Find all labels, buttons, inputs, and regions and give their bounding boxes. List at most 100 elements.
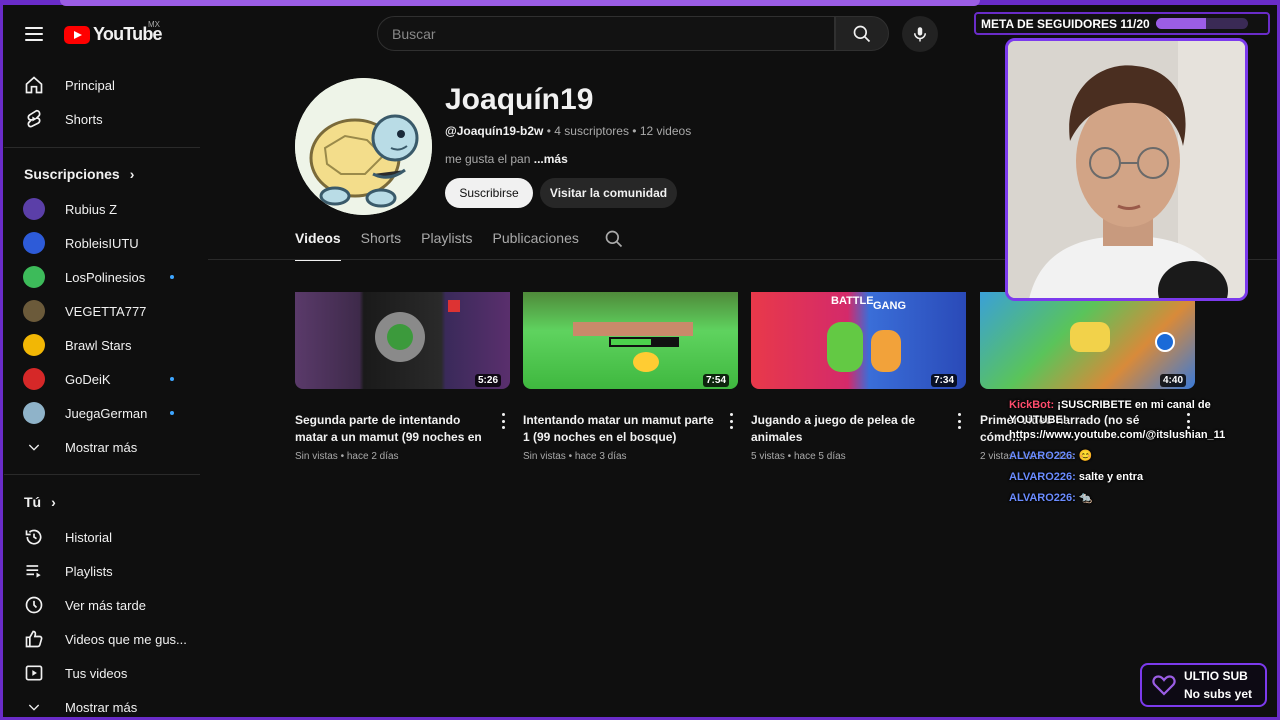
- sidebar-item-label: Videos que me gus...: [65, 631, 187, 647]
- thumbnail-text: BATTLE: [831, 295, 874, 307]
- channel-meta: @Joaquín19-b2w • 4 suscriptores • 12 vid…: [445, 124, 691, 138]
- avatar: [23, 300, 45, 322]
- channel-avatar: [295, 78, 432, 215]
- video-thumbnail[interactable]: 7:54: [523, 281, 738, 389]
- video-title[interactable]: Jugando a juego de pelea de animales: [751, 412, 946, 446]
- video-thumbnail[interactable]: 5:26: [295, 281, 510, 389]
- more-options-icon[interactable]: [728, 413, 734, 429]
- sidebar-item-principal[interactable]: Principal: [12, 68, 190, 102]
- show-more-subscriptions[interactable]: Mostrar más: [12, 430, 190, 464]
- video-duration: 7:54: [702, 374, 729, 387]
- menu-icon[interactable]: [20, 20, 48, 48]
- channel-tabs: Videos Shorts Playlists Publicaciones: [295, 222, 599, 261]
- video-card[interactable]: 5:26 Segunda parte de intentando matar a…: [295, 281, 510, 462]
- sidebar-item-ver-mas-tarde[interactable]: Ver más tarde: [12, 588, 190, 622]
- avatar: [23, 402, 45, 424]
- watch-later-icon: [22, 593, 46, 617]
- video-duration: 5:26: [474, 374, 501, 387]
- sidebar: Principal Shorts Suscripciones › Rubius …: [0, 68, 200, 720]
- sidebar-item-godeik[interactable]: GoDeiK: [12, 362, 190, 396]
- stream-chat-overlay: KickBot: ¡SUSCRIBETE en mi canal de YOUT…: [1009, 398, 1259, 512]
- sidebar-item-videos-que-me-gustan[interactable]: Videos que me gus...: [12, 622, 190, 656]
- home-icon: [22, 73, 46, 97]
- sidebar-item-playlists[interactable]: Playlists: [12, 554, 190, 588]
- like-icon: [22, 627, 46, 651]
- shorts-icon: [22, 107, 46, 131]
- new-content-dot: [170, 411, 174, 415]
- sidebar-item-label: Principal: [65, 77, 115, 93]
- sidebar-item-label: JuegaGerman: [65, 405, 148, 421]
- chat-text: salte y entra: [1075, 471, 1144, 483]
- video-card[interactable]: 7:54 Intentando matar un mamut parte 1 (…: [523, 281, 738, 462]
- sidebar-item-tus-videos[interactable]: Tus videos: [12, 656, 190, 690]
- sidebar-item-rubius-z[interactable]: Rubius Z: [12, 192, 190, 226]
- sidebar-item-shorts[interactable]: Shorts: [12, 102, 190, 136]
- chat-text: 🐀: [1075, 492, 1093, 504]
- you-heading[interactable]: Tú ›: [24, 494, 56, 510]
- video-duration: 4:40: [1159, 374, 1186, 387]
- search-button[interactable]: [835, 16, 889, 51]
- video-title[interactable]: Segunda parte de intentando matar a un m…: [295, 412, 490, 446]
- search-icon: [853, 25, 871, 42]
- show-more-you[interactable]: Mostrar más: [12, 690, 190, 720]
- video-card[interactable]: BATTLE GANG 7:34 Jugando a juego de pele…: [751, 281, 966, 462]
- last-sub-text: ULTIO SUB No subs yet: [1184, 667, 1252, 703]
- sidebar-item-label: GoDeiK: [65, 371, 111, 387]
- sidebar-item-brawl-stars[interactable]: Brawl Stars: [12, 328, 190, 362]
- sidebar-item-label: VEGETTA777: [65, 303, 147, 319]
- video-title[interactable]: Intentando matar un mamut parte 1 (99 no…: [523, 412, 718, 446]
- turtle-avatar-image: [295, 78, 432, 215]
- webcam-feed-image: [1008, 41, 1245, 298]
- more-options-icon[interactable]: [500, 413, 506, 429]
- subscribe-button[interactable]: Suscribirse: [445, 178, 533, 208]
- search-input[interactable]: [392, 25, 834, 42]
- sidebar-item-label: Ver más tarde: [65, 597, 146, 613]
- chat-message: ALVARO226: 🐀: [1009, 491, 1259, 506]
- sidebar-item-robleisiutu[interactable]: RobleisIUTU: [12, 226, 190, 260]
- sidebar-item-label: Shorts: [65, 111, 103, 127]
- sidebar-item-lospolinesios[interactable]: LosPolinesios: [12, 260, 190, 294]
- goal-text: META DE SEGUIDORES 11/20: [981, 16, 1150, 31]
- chat-message: ALVARO226: 😊: [1009, 449, 1259, 464]
- sidebar-item-label: Playlists: [65, 563, 113, 579]
- follower-goal-widget: META DE SEGUIDORES 11/20: [974, 12, 1270, 35]
- country-code: MX: [148, 20, 160, 29]
- visit-community-button[interactable]: Visitar la comunidad: [540, 178, 677, 208]
- goal-progress-fill: [1155, 18, 1207, 29]
- subscriptions-heading-label: Suscripciones: [24, 166, 120, 182]
- tab-playlists[interactable]: Playlists: [421, 222, 472, 259]
- sidebar-item-label: Historial: [65, 529, 112, 545]
- chat-message: ALVARO226: salte y entra: [1009, 470, 1259, 485]
- channel-description-text: me gusta el pan: [445, 152, 534, 166]
- voice-search-button[interactable]: [902, 16, 938, 52]
- video-thumbnail[interactable]: BATTLE GANG 7:34: [751, 281, 966, 389]
- tab-shorts[interactable]: Shorts: [361, 222, 401, 259]
- channel-description[interactable]: me gusta el pan ...más: [445, 152, 568, 166]
- sidebar-item-label: Tus videos: [65, 665, 128, 681]
- goal-progress-bar: [1155, 18, 1248, 29]
- channel-stats: • 4 suscriptores • 12 videos: [543, 124, 692, 138]
- subscriptions-heading[interactable]: Suscripciones ›: [24, 166, 134, 182]
- tab-videos[interactable]: Videos: [295, 222, 341, 261]
- sidebar-item-label: Rubius Z: [65, 201, 118, 217]
- sidebar-item-juegagerman[interactable]: JuegaGerman: [12, 396, 190, 430]
- last-sub-title: ULTIO SUB: [1184, 669, 1248, 683]
- search-box[interactable]: [377, 16, 835, 51]
- video-duration: 7:34: [930, 374, 957, 387]
- sidebar-item-label: Mostrar más: [65, 439, 138, 455]
- sidebar-item-historial[interactable]: Historial: [12, 520, 190, 554]
- chat-text: 😊: [1075, 450, 1093, 462]
- new-content-dot: [170, 377, 174, 381]
- new-content-dot: [170, 275, 174, 279]
- more-options-icon[interactable]: [956, 413, 962, 429]
- playlists-icon: [22, 559, 46, 583]
- more-link[interactable]: ...más: [534, 152, 568, 166]
- sidebar-item-vegetta777[interactable]: VEGETTA777: [12, 294, 190, 328]
- last-sub-value: No subs yet: [1184, 687, 1253, 701]
- channel-search-icon[interactable]: [604, 229, 624, 254]
- chat-message: KickBot: ¡SUSCRIBETE en mi canal de YOUT…: [1009, 398, 1259, 443]
- chevron-right-icon: ›: [51, 494, 56, 510]
- tab-publicaciones[interactable]: Publicaciones: [492, 222, 578, 259]
- sidebar-item-label: LosPolinesios: [65, 269, 146, 285]
- chevron-down-icon: [22, 435, 46, 459]
